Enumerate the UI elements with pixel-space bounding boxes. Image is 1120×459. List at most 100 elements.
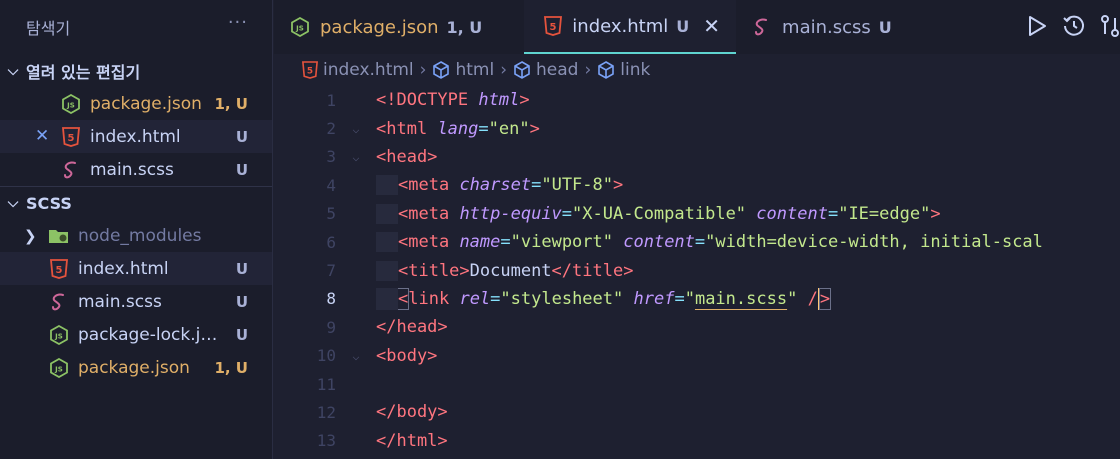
more-actions-icon[interactable]: ··· — [228, 12, 248, 33]
breadcrumb-item-link[interactable]: link — [597, 60, 650, 80]
tab-index-html[interactable]: 5 index.html U ✕ — [524, 0, 737, 54]
token: Document — [469, 260, 552, 281]
code-line: 13 </html> — [274, 427, 1120, 455]
line-number: 12 — [316, 402, 336, 422]
file-name: main.scss — [78, 291, 162, 312]
tree-item-main-scss[interactable]: main.scss U — [0, 285, 272, 318]
code-line: 1 <!DOCTYPE html> — [274, 86, 1120, 114]
line-number: 9 — [326, 317, 336, 337]
token: " — [787, 288, 798, 309]
tab-status: 1, U — [446, 17, 483, 37]
svg-text:5: 5 — [56, 265, 63, 276]
breadcrumb-item-file[interactable]: 5 index.html — [302, 60, 414, 80]
line-number: 6 — [326, 232, 336, 252]
breadcrumb-item-html[interactable]: html — [432, 60, 494, 80]
line-number: 8 — [326, 289, 336, 309]
token: / — [807, 288, 818, 309]
svg-text:5: 5 — [68, 133, 75, 144]
open-editors-title: 열려 있는 편집기 — [26, 62, 141, 82]
line-number: 11 — [316, 374, 336, 394]
editor-actions — [1026, 14, 1120, 43]
tab-package-json[interactable]: JS package.json 1, U — [274, 0, 498, 54]
fold-chevron-icon[interactable]: ⌵ — [336, 349, 376, 363]
code-line: 12 </body> — [274, 398, 1120, 426]
history-icon[interactable] — [1062, 14, 1086, 43]
line-number: 10 — [316, 346, 336, 366]
code-line: 6 <meta name="viewport" content="width=d… — [274, 228, 1120, 256]
html5-icon: 5 — [48, 258, 70, 280]
sass-icon — [752, 17, 772, 37]
token: html — [478, 90, 520, 111]
folder-section-scss[interactable]: ⌵ SCSS — [0, 186, 272, 219]
tab-main-scss[interactable]: main.scss U — [736, 0, 908, 54]
symbol-element-icon — [432, 61, 450, 79]
code-line: 4 <meta charset="UTF-8"> — [274, 171, 1120, 199]
code-line: 10 ⌵ <body> — [274, 342, 1120, 370]
tree-item-package-json[interactable]: JS package.json 1, U — [0, 351, 272, 384]
breadcrumb-label: index.html — [323, 60, 414, 80]
symbol-element-icon — [597, 61, 615, 79]
chevron-right-icon: ❯ — [24, 226, 37, 245]
code-line: 9 </head> — [274, 313, 1120, 341]
tab-label: main.scss — [782, 16, 871, 38]
token: "width=device-width, initial-scal — [705, 232, 1043, 253]
tab-status: U — [676, 16, 690, 36]
file-name: index.html — [90, 126, 181, 147]
link-path[interactable]: main.scss — [695, 289, 787, 309]
line-number: 3 — [326, 147, 336, 167]
sass-icon — [48, 291, 70, 313]
tree-item-node-modules[interactable]: ❯ node_modules — [0, 219, 272, 252]
token: http-equiv — [459, 203, 562, 224]
token: " — [684, 288, 695, 309]
close-editor-icon[interactable]: ✕ — [35, 126, 49, 146]
indent-guide — [376, 260, 398, 281]
explorer-header: 탐색기 ··· — [0, 0, 272, 54]
indent-guide — [376, 232, 398, 253]
fold-chevron-icon[interactable]: ⌵ — [336, 150, 376, 164]
git-status: 1, U — [214, 94, 248, 113]
open-editor-item-package-json[interactable]: JS package.json 1, U — [0, 87, 272, 120]
nodejs-icon: JS — [290, 17, 310, 37]
line-number: 2 — [326, 119, 336, 139]
token: content — [623, 232, 695, 253]
git-status: 1, U — [214, 358, 248, 377]
chevron-right-icon: › — [584, 60, 592, 80]
svg-text:JS: JS — [295, 25, 304, 33]
tree-item-index-html[interactable]: 5 index.html U — [0, 252, 272, 285]
bracket-highlight: < — [396, 287, 410, 310]
run-icon[interactable] — [1026, 14, 1048, 43]
breadcrumb-item-head[interactable]: head — [513, 60, 578, 80]
chevron-right-icon: › — [419, 60, 427, 80]
line-number: 5 — [326, 204, 336, 224]
token: "viewport" — [510, 232, 613, 253]
tree-item-package-lock-json[interactable]: JS package-lock.js... U — [0, 318, 272, 351]
chevron-down-icon: ⌵ — [7, 195, 19, 211]
close-tab-icon[interactable]: ✕ — [703, 14, 720, 38]
breadcrumb: 5 index.html › html › head › link — [274, 54, 1120, 86]
open-editors-section[interactable]: ⌵ 열려 있는 편집기 — [0, 54, 272, 87]
chevron-right-icon: › — [500, 60, 507, 80]
nodejs-icon: JS — [48, 324, 70, 346]
code-line: 5 <meta http-equiv="X-UA-Compatible" con… — [274, 200, 1120, 228]
token: charset — [459, 175, 532, 196]
fold-chevron-icon[interactable]: ⌵ — [336, 122, 376, 136]
sass-icon — [60, 159, 82, 181]
file-name: main.scss — [90, 159, 174, 180]
token: content — [756, 203, 828, 224]
breadcrumb-label: head — [536, 60, 579, 80]
token: > — [519, 90, 530, 111]
svg-text:JS: JS — [66, 101, 75, 109]
line-number: 7 — [326, 261, 336, 281]
token: "en" — [488, 118, 530, 139]
open-editor-item-main-scss[interactable]: main.scss U — [0, 153, 272, 186]
tab-status: U — [878, 17, 892, 37]
line-number: 13 — [316, 431, 336, 451]
svg-text:5: 5 — [550, 22, 557, 33]
nodejs-icon: JS — [60, 93, 82, 115]
token: name — [459, 232, 501, 253]
html5-icon: 5 — [60, 126, 82, 148]
file-name: package.json — [78, 357, 190, 378]
code-editor[interactable]: 1 <!DOCTYPE html> 2 ⌵ <html lang="en"> 3… — [274, 86, 1120, 459]
open-editor-item-index-html[interactable]: ✕ 5 index.html U — [0, 120, 272, 153]
compare-changes-icon[interactable] — [1100, 14, 1120, 43]
